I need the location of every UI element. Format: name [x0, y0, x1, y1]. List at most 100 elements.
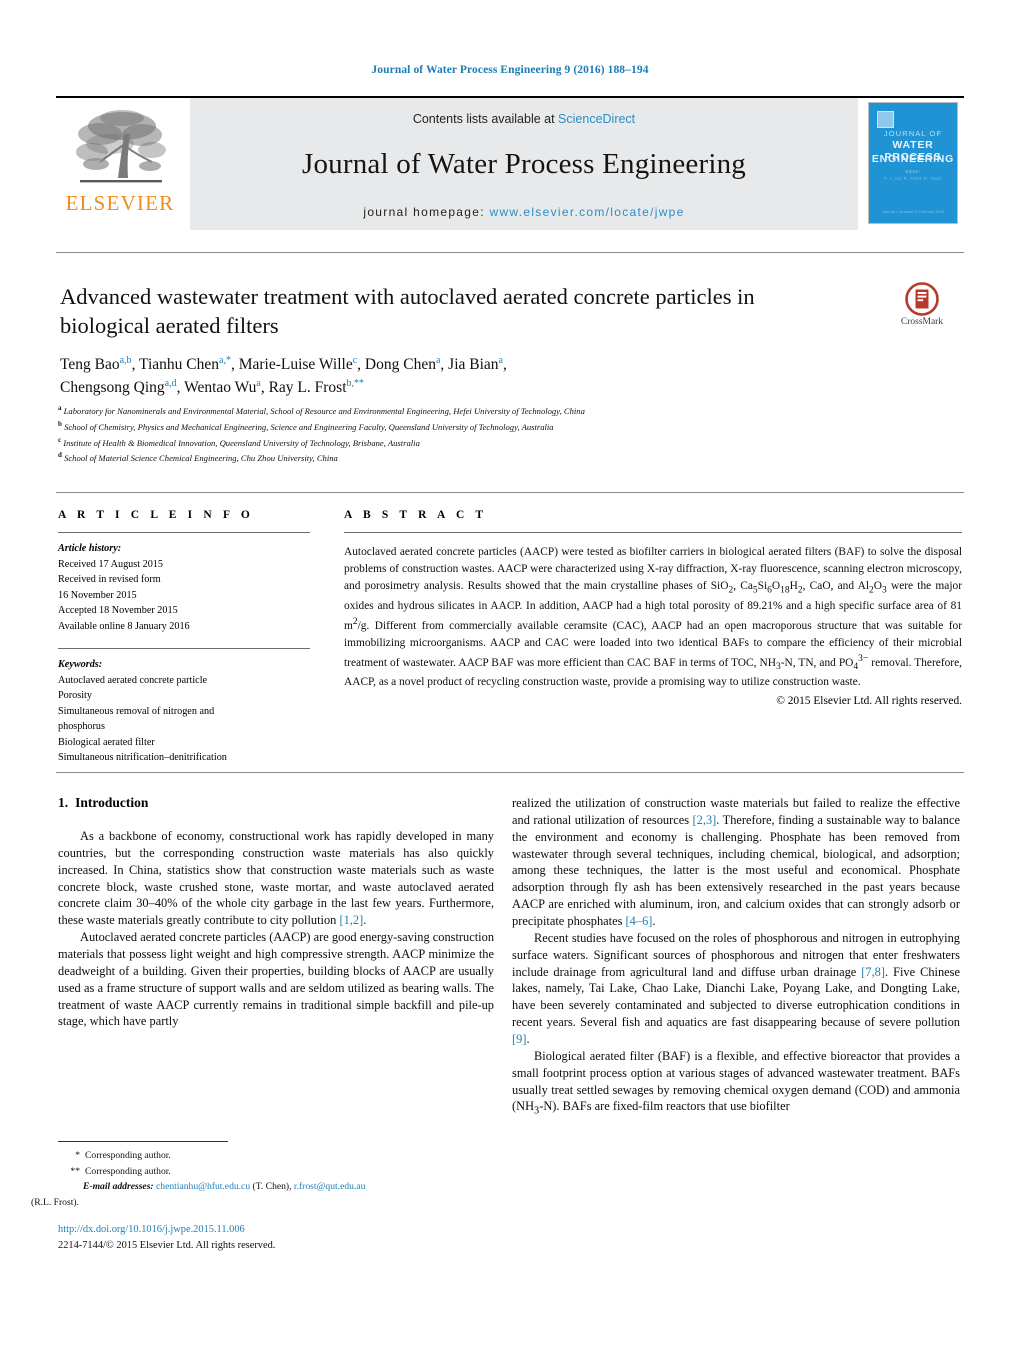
article-info-heading: A R T I C L E I N F O: [58, 509, 254, 521]
keywords-rule: [58, 648, 310, 649]
keyword-0: Autoclaved aerated concrete particle: [58, 674, 208, 686]
homepage-prefix: journal homepage:: [363, 205, 490, 219]
title-divider: [56, 252, 964, 253]
affiliation-b-mark: b: [58, 419, 62, 428]
issn-copyright-line: 2214-7144/© 2015 Elsevier Ltd. All right…: [58, 1239, 276, 1251]
article-history-label: Article history:: [58, 543, 122, 554]
author-6: Wentao Wua: [184, 377, 261, 396]
email-label: E-mail addresses:: [83, 1181, 154, 1193]
affiliation-a-text: Laboratory for Nanominerals and Environm…: [63, 405, 585, 416]
footer-doi-block: http://dx.doi.org/10.1016/j.jwpe.2015.11…: [58, 1222, 498, 1253]
citation-9[interactable]: [9]: [512, 1032, 526, 1046]
author-2-marks: c: [352, 355, 358, 366]
keyword-1: Porosity: [58, 690, 92, 701]
abstract-heading: A B S T R A C T: [344, 509, 488, 521]
email-link-2[interactable]: r.frost@qut.edu.au: [294, 1181, 365, 1192]
paragraph-left-1: As a backbone of economy, constructional…: [58, 829, 494, 928]
cover-publisher-logo-icon: [877, 111, 894, 128]
author-5-marks: a,d: [164, 377, 177, 389]
elsevier-tree-icon: [76, 110, 166, 183]
running-head: Journal of Water Process Engineering 9 (…: [371, 64, 649, 76]
doi-link[interactable]: http://dx.doi.org/10.1016/j.jwpe.2015.11…: [58, 1222, 498, 1238]
author-0: Teng Baoa,b: [60, 355, 132, 374]
footnote-divider: [58, 1141, 228, 1142]
abstract-copyright: © 2015 Elsevier Ltd. All rights reserved…: [776, 695, 962, 708]
sciencedirect-link[interactable]: ScienceDirect: [558, 112, 635, 126]
affiliation-d-mark: d: [58, 451, 62, 460]
article-history-0: Received 17 August 2015: [58, 558, 163, 570]
footnote-text-2: Corresponding author.: [85, 1165, 171, 1177]
affiliation-list: a Laboratory for Nanominerals and Enviro…: [58, 403, 958, 466]
article-history-2: 16 November 2015: [58, 589, 137, 601]
article-info-column: A R T I C L E I N F O Article history: R…: [58, 509, 310, 766]
cover-editor-names: F. I. Hai R. Field W. Yuan: [884, 176, 942, 181]
journal-band: Contents lists available at ScienceDirec…: [190, 98, 858, 230]
affiliation-b: b School of Chemistry, Physics and Mecha…: [58, 419, 958, 435]
cover-editor-label: Editor:: [905, 169, 921, 174]
citation-2-3[interactable]: [2,3]: [693, 813, 717, 827]
affiliation-c: c Institute of Health & Biomedical Innov…: [58, 435, 958, 451]
paragraph-right-1: realized the utilization of construction…: [512, 796, 961, 929]
journal-homepage-line: journal homepage: www.elsevier.com/locat…: [190, 205, 858, 219]
footnote-corresponding-1: * Corresponding author.: [58, 1148, 498, 1164]
keyword-5: Simultaneous nitrification–denitrificati…: [58, 752, 227, 763]
email-link-1[interactable]: chentianhu@hfut.edu.cu: [156, 1181, 250, 1192]
footnote-corresponding-2: ** Corresponding author.: [58, 1164, 498, 1180]
affiliation-c-mark: c: [58, 435, 62, 444]
affiliation-c-text: Institute of Health & Biomedical Innovat…: [63, 437, 420, 448]
paragraph-left-2: Autoclaved aerated concrete particles (A…: [58, 930, 495, 1029]
paragraph-right-3: Biological aerated filter (BAF) is a fle…: [512, 1048, 960, 1117]
keywords-label: Keywords:: [58, 659, 103, 670]
info-divider-bottom: [56, 772, 964, 773]
citation-4-6[interactable]: [4–6]: [626, 914, 653, 928]
contents-available-line: Contents lists available at ScienceDirec…: [190, 112, 858, 126]
keyword-3: phosphorus: [58, 721, 105, 732]
author-7: Ray L. Frostb,**: [268, 377, 365, 396]
page-title: Advanced wastewater treatment with autoc…: [60, 284, 755, 338]
cover-volume-line: Volume 1 Number 1 February 2014: [881, 209, 945, 214]
elsevier-logo: ELSEVIER: [56, 98, 184, 230]
author-4: Jia Biana: [448, 355, 503, 374]
author-2: Marie-Luise Willec: [238, 355, 358, 374]
keywords-block: Keywords: Autoclaved aerated concrete pa…: [58, 657, 310, 766]
body-column-left: 1. Introduction As a backbone of economy,…: [58, 795, 494, 1030]
author-list: Teng Baoa,b, Tianhu Chena,*, Marie-Luise…: [60, 355, 507, 396]
footnote-mark-2: **: [70, 1165, 80, 1177]
crossmark-icon: [905, 282, 939, 316]
footnote-email-owner-2: (R.L. Frost).: [31, 1196, 79, 1208]
journal-masthead: ELSEVIER Contents lists available at Sci…: [56, 96, 964, 230]
author-1-marks: a,*: [219, 355, 231, 366]
footnote-mark-1: *: [75, 1150, 80, 1161]
section-title: Introduction: [75, 795, 149, 810]
email-owner-1: (T. Chen),: [252, 1181, 292, 1193]
elsevier-wordmark: ELSEVIER: [65, 191, 175, 215]
journal-cover-thumbnail[interactable]: JOURNAL OF WATER PROCESS ENGINEERING Edi…: [868, 98, 964, 230]
footnote-block: * Corresponding author. ** Corresponding a…: [31, 1148, 498, 1210]
author-3-marks: a: [435, 355, 441, 366]
author-4-marks: a: [498, 355, 503, 366]
crossmark-badge[interactable]: CrossMark: [884, 282, 960, 336]
keyword-2: Simultaneous removal of nitrogen and: [58, 705, 215, 717]
paper-page: Journal of Water Process Engineering 9 (…: [0, 0, 1020, 1351]
author-6-marks: a: [256, 377, 261, 389]
cover-line-0: JOURNAL OF: [883, 129, 943, 138]
article-info-rule: [58, 532, 310, 533]
abstract-column: A B S T R A C T Autoclaved aerated concr…: [344, 509, 962, 707]
keyword-4: Biological aerated filter: [58, 736, 155, 748]
journal-title: Journal of Water Process Engineering: [301, 148, 747, 180]
article-history-block: Article history: Received 17 August 2015…: [58, 541, 310, 634]
affiliation-d: d School of Material Science Chemical En…: [58, 450, 958, 466]
citation-1-2[interactable]: [1,2]: [339, 913, 363, 927]
section-heading-introduction: 1. Introduction: [58, 795, 494, 811]
author-5: Chengsong Qinga,d: [60, 377, 177, 396]
footnote-emails: E-mail addresses: chentianhu@hfut.edu.cu…: [58, 1179, 498, 1195]
citation-7-8[interactable]: [7,8]: [861, 965, 885, 979]
paragraph-right-2: Recent studies have focused on the roles…: [512, 930, 960, 1047]
crossmark-label: CrossMark: [900, 317, 944, 327]
footnote-text-1: Corresponding author.: [85, 1150, 171, 1161]
author-3: Dong Chena: [364, 355, 441, 374]
contents-prefix: Contents lists available at: [412, 112, 559, 126]
homepage-url-link[interactable]: www.elsevier.com/locate/jwpe: [490, 205, 685, 219]
author-7-marks: b,**: [346, 377, 365, 389]
section-number: 1.: [58, 795, 69, 810]
